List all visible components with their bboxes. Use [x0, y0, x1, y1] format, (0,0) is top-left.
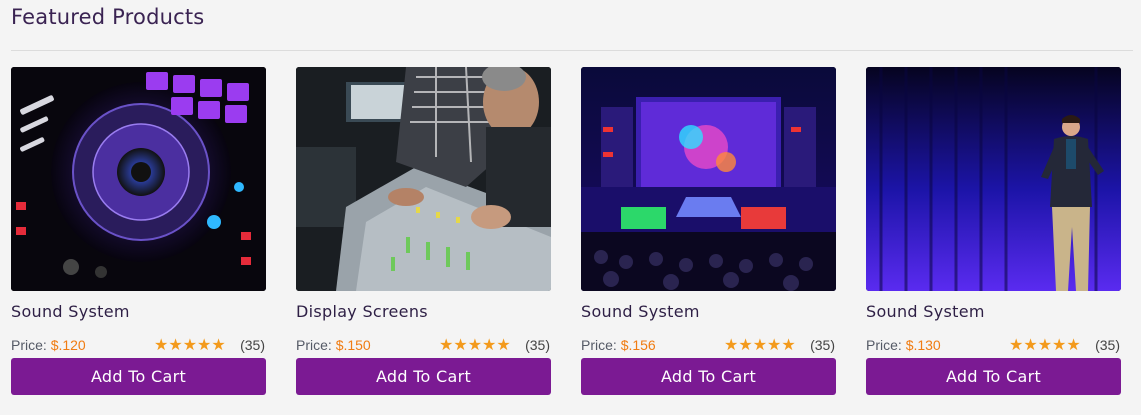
price-value: $.130 [905, 337, 941, 353]
product-card: Sound System Price: $.156 ★★★★★ (35) Add… [581, 67, 836, 397]
add-to-cart-button[interactable]: Add To Cart [11, 358, 266, 395]
price: Price: $.130 [866, 337, 941, 353]
price-label: Price: [581, 337, 621, 353]
price-label: Price: [11, 337, 51, 353]
price-label: Price: [866, 337, 906, 353]
price-value: $.150 [335, 337, 371, 353]
price: Price: $.156 [581, 337, 656, 353]
product-name[interactable]: Sound System [581, 302, 700, 321]
review-count: (35) [525, 337, 550, 353]
star-rating-icon: ★★★★★ [724, 335, 796, 354]
review-count: (35) [1095, 337, 1120, 353]
star-rating-icon: ★★★★★ [439, 335, 511, 354]
product-image-dj-controller[interactable] [11, 67, 266, 291]
review-count: (35) [810, 337, 835, 353]
price-row: Price: $.120 ★★★★★ (35) [11, 337, 266, 355]
add-to-cart-button[interactable]: Add To Cart [866, 358, 1121, 395]
section-title: Featured Products [11, 5, 205, 29]
add-to-cart-button[interactable]: Add To Cart [296, 358, 551, 395]
product-image-stage-speaker[interactable] [866, 67, 1121, 291]
price-row: Price: $.150 ★★★★★ (35) [296, 337, 551, 355]
add-to-cart-button[interactable]: Add To Cart [581, 358, 836, 395]
product-image-arena-screens[interactable] [581, 67, 836, 291]
star-rating-icon: ★★★★★ [1009, 335, 1081, 354]
price-row: Price: $.130 ★★★★★ (35) [866, 337, 1121, 355]
product-image-mixing-console[interactable] [296, 67, 551, 291]
product-card: Display Screens Price: $.150 ★★★★★ (35) … [296, 67, 551, 397]
product-name[interactable]: Display Screens [296, 302, 428, 321]
price-value: $.120 [50, 337, 86, 353]
star-rating-icon: ★★★★★ [154, 335, 226, 354]
product-name[interactable]: Sound System [11, 302, 130, 321]
product-card: Sound System Price: $.130 ★★★★★ (35) Add… [866, 67, 1121, 397]
divider [11, 50, 1133, 51]
price: Price: $.150 [296, 337, 371, 353]
price-row: Price: $.156 ★★★★★ (35) [581, 337, 836, 355]
price-label: Price: [296, 337, 336, 353]
product-name[interactable]: Sound System [866, 302, 985, 321]
review-count: (35) [240, 337, 265, 353]
price-value: $.156 [620, 337, 656, 353]
product-card: Sound System Price: $.120 ★★★★★ (35) Add… [11, 67, 266, 397]
price: Price: $.120 [11, 337, 86, 353]
